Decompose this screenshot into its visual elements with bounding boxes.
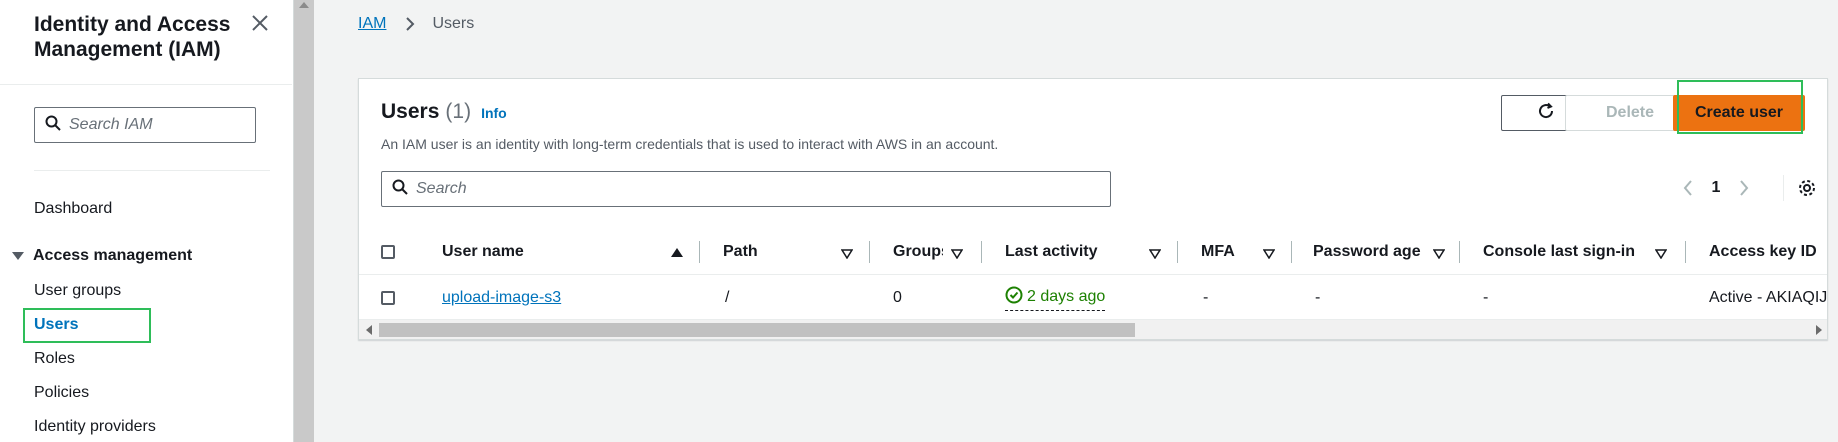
sidebar-item-identity-providers[interactable]: Identity providers bbox=[34, 418, 156, 436]
column-divider bbox=[1177, 241, 1178, 263]
breadcrumb: IAM Users bbox=[358, 14, 474, 34]
column-divider bbox=[869, 241, 870, 263]
column-divider bbox=[699, 241, 700, 263]
sidebar-divider bbox=[0, 84, 292, 85]
close-icon[interactable] bbox=[249, 12, 271, 34]
info-link[interactable]: Info bbox=[481, 105, 507, 121]
sidebar-scrollbar[interactable] bbox=[294, 0, 314, 442]
cell-password-age: - bbox=[1315, 289, 1321, 306]
column-divider bbox=[1459, 241, 1460, 263]
column-divider bbox=[1685, 241, 1686, 263]
create-user-button[interactable]: Create user bbox=[1673, 95, 1805, 131]
scroll-left-icon[interactable] bbox=[366, 325, 372, 335]
cell-path: / bbox=[725, 289, 730, 306]
chevron-left-icon[interactable] bbox=[1675, 175, 1701, 201]
sidebar-item-dashboard[interactable]: Dashboard bbox=[34, 200, 112, 218]
gear-icon[interactable] bbox=[1783, 175, 1819, 201]
scroll-up-icon bbox=[299, 2, 309, 8]
cell-mfa: - bbox=[1203, 289, 1209, 306]
sidebar-group-label: Access management bbox=[33, 247, 193, 264]
user-name-link[interactable]: upload-image-s3 bbox=[442, 289, 561, 307]
cell-access-key-id: Active - AKIAQIJF bbox=[1709, 289, 1828, 306]
column-header-password-age[interactable]: Password age bbox=[1313, 229, 1421, 275]
scroll-right-icon[interactable] bbox=[1816, 325, 1822, 335]
users-panel: Users (1) Info An IAM user is an identit… bbox=[358, 78, 1828, 340]
sidebar-divider bbox=[34, 170, 270, 171]
column-header-mfa[interactable]: MFA bbox=[1201, 229, 1235, 275]
search-icon bbox=[392, 179, 408, 200]
last-activity-text: 2 days ago bbox=[1027, 288, 1106, 305]
breadcrumb-current: Users bbox=[432, 15, 475, 32]
table-header: User name Path Groups Last activity MFA … bbox=[359, 229, 1827, 275]
refresh-icon bbox=[1536, 101, 1556, 126]
search-icon bbox=[45, 115, 61, 136]
sidebar-group-access-management[interactable]: Access management bbox=[12, 247, 192, 265]
sidebar-search[interactable] bbox=[34, 107, 256, 143]
sidebar: Identity and Access Management (IAM) Das… bbox=[0, 0, 294, 442]
column-header-access-key-id[interactable]: Access key ID bbox=[1709, 229, 1817, 275]
caret-down-icon bbox=[12, 252, 24, 260]
panel-header: Users (1) Info bbox=[381, 100, 507, 124]
sidebar-item-roles[interactable]: Roles bbox=[34, 350, 75, 368]
row-checkbox[interactable] bbox=[381, 291, 395, 305]
sidebar-item-user-groups[interactable]: User groups bbox=[34, 282, 121, 300]
table-search[interactable] bbox=[381, 171, 1111, 207]
sidebar-title: Identity and Access Management (IAM) bbox=[34, 13, 231, 61]
column-divider bbox=[1291, 241, 1292, 263]
column-header-user-name[interactable]: User name bbox=[442, 229, 524, 275]
last-activity-value[interactable]: 2 days ago bbox=[1005, 286, 1106, 311]
table-search-input[interactable] bbox=[416, 180, 1076, 198]
sidebar-search-input[interactable] bbox=[69, 116, 239, 134]
select-all-checkbox[interactable] bbox=[381, 245, 395, 259]
cell-groups: 0 bbox=[893, 289, 902, 306]
cell-user-name: upload-image-s3 bbox=[442, 275, 561, 321]
cell-last-activity: 2 days ago bbox=[1005, 275, 1106, 321]
user-count: (1) bbox=[445, 100, 472, 123]
table-horizontal-scrollbar[interactable] bbox=[359, 319, 1827, 339]
users-highlight-box bbox=[23, 308, 151, 343]
pagination: 1 bbox=[1675, 175, 1819, 201]
column-header-path[interactable]: Path bbox=[723, 229, 758, 275]
cell-console-last-sign-in: - bbox=[1483, 289, 1489, 306]
column-header-console-last-sign-in[interactable]: Console last sign-in bbox=[1483, 229, 1635, 275]
column-header-groups[interactable]: Groups bbox=[893, 229, 943, 275]
column-divider bbox=[981, 241, 982, 263]
page-number[interactable]: 1 bbox=[1701, 179, 1731, 197]
panel-description: An IAM user is an identity with long-ter… bbox=[381, 136, 999, 152]
scrollbar-thumb[interactable] bbox=[379, 323, 1135, 337]
chevron-right-icon bbox=[400, 14, 420, 34]
sort-ascending-icon[interactable] bbox=[671, 248, 683, 257]
page-title: Users bbox=[381, 100, 440, 123]
breadcrumb-iam[interactable]: IAM bbox=[358, 15, 386, 33]
column-header-last-activity[interactable]: Last activity bbox=[1005, 229, 1097, 275]
chevron-right-icon[interactable] bbox=[1731, 175, 1757, 201]
success-check-icon bbox=[1005, 286, 1027, 309]
sidebar-item-policies[interactable]: Policies bbox=[34, 384, 89, 402]
table-row: upload-image-s3 / 0 2 days ago - - - Act… bbox=[359, 275, 1828, 321]
